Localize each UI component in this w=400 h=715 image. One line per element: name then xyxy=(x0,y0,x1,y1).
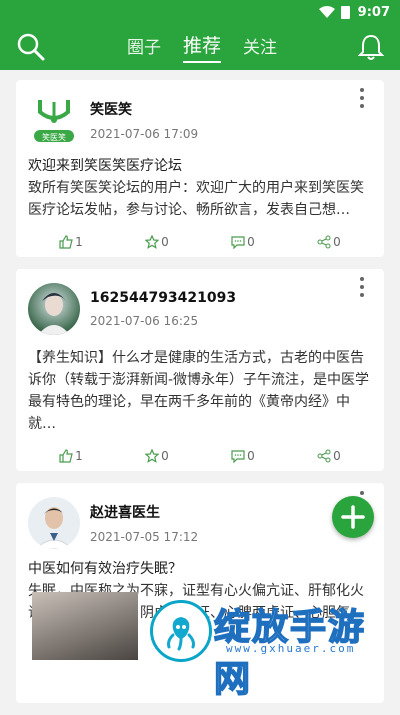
post-card[interactable]: 笑医笑 笑医笑 2021-07-06 17:09 欢迎来到笑医笑医疗论坛 致所有… xyxy=(16,80,384,257)
comment-button[interactable]: 0 xyxy=(231,449,255,463)
tab-circle[interactable]: 圈子 xyxy=(127,33,161,61)
watermark: 绽放手游网 www.gxhuaer.com xyxy=(150,596,400,701)
post-actions: 1 0 0 0 xyxy=(28,441,372,471)
post-title[interactable]: 欢迎来到笑医笑医疗论坛 xyxy=(28,156,372,177)
wifi-icon xyxy=(318,6,335,18)
status-time: 9:07 xyxy=(357,4,390,20)
author-name[interactable]: 赵进喜医生 xyxy=(90,502,198,522)
tab-recommend[interactable]: 推荐 xyxy=(182,31,221,63)
like-icon xyxy=(59,235,73,249)
like-button[interactable]: 1 xyxy=(59,449,83,463)
share-icon xyxy=(317,235,331,249)
feed-tabs: 圈子 推荐 关注 xyxy=(127,31,277,63)
avatar-image xyxy=(38,293,70,335)
share-icon xyxy=(317,449,331,463)
like-icon xyxy=(59,449,73,463)
comment-icon xyxy=(231,236,245,249)
avatar[interactable] xyxy=(28,283,80,335)
favorite-count: 0 xyxy=(161,235,169,249)
post-image[interactable] xyxy=(32,592,138,660)
favorite-count: 0 xyxy=(161,449,169,463)
post-body[interactable]: 【养生知识】什么才是健康的生活方式，古老的中医告诉你（转载于澎湃新闻-微博永年）… xyxy=(28,347,372,435)
star-icon xyxy=(145,449,160,463)
top-nav: 圈子 推荐 关注 xyxy=(0,24,400,70)
favorite-button[interactable]: 0 xyxy=(145,449,169,463)
like-button[interactable]: 1 xyxy=(59,235,83,249)
comment-icon xyxy=(231,450,245,463)
status-bar: 9:07 xyxy=(0,0,400,24)
comment-count: 0 xyxy=(247,235,255,249)
watermark-logo-icon xyxy=(150,600,212,662)
avatar[interactable] xyxy=(28,497,80,549)
post-title[interactable]: 中医如何有效治疗失眠？ xyxy=(28,559,372,580)
share-count: 0 xyxy=(333,235,341,249)
share-button[interactable]: 0 xyxy=(317,235,341,249)
comment-button[interactable]: 0 xyxy=(231,235,255,249)
logo-text: 笑医笑 xyxy=(42,132,66,142)
more-icon[interactable] xyxy=(360,277,364,301)
logo-icon: 笑医笑 xyxy=(34,100,74,142)
favorite-button[interactable]: 0 xyxy=(145,235,169,249)
battery-icon xyxy=(340,5,350,19)
watermark-url: www.gxhuaer.com xyxy=(226,642,356,655)
avatar-image xyxy=(35,507,73,549)
more-icon[interactable] xyxy=(360,88,364,112)
post-actions: 1 0 0 0 xyxy=(28,227,372,257)
avatar[interactable]: 笑医笑 xyxy=(28,94,80,146)
search-icon[interactable] xyxy=(16,32,46,62)
tab-follow[interactable]: 关注 xyxy=(243,33,277,61)
post-date: 2021-07-05 17:12 xyxy=(90,530,199,544)
bell-icon[interactable] xyxy=(357,33,384,61)
post-date: 2021-07-06 16:25 xyxy=(90,314,199,328)
star-icon xyxy=(145,235,160,249)
author-name[interactable]: 笑医笑 xyxy=(90,99,198,119)
post-body[interactable]: 致所有笑医笑论坛的用户：欢迎广大的用户来到笑医笑医疗论坛发帖，参与讨论、畅所欲言… xyxy=(28,177,372,221)
post-card[interactable]: 162544793421093 2021-07-06 16:25 【养生知识】什… xyxy=(16,269,384,471)
share-button[interactable]: 0 xyxy=(317,449,341,463)
comment-count: 0 xyxy=(247,449,255,463)
author-name[interactable]: 162544793421093 xyxy=(90,290,236,306)
share-count: 0 xyxy=(333,449,341,463)
like-count: 1 xyxy=(75,449,83,463)
post-date: 2021-07-06 17:09 xyxy=(90,127,199,141)
plus-icon xyxy=(341,505,365,529)
like-count: 1 xyxy=(75,235,83,249)
add-post-button[interactable] xyxy=(332,496,374,538)
